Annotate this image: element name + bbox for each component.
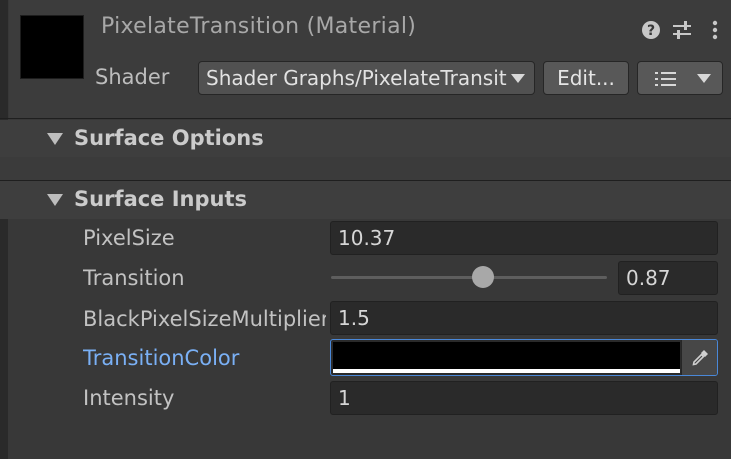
- surface-options-body: [0, 157, 731, 181]
- black-pixel-size-multiplier-field[interactable]: 1.5: [330, 301, 718, 335]
- left-gutter: [0, 0, 8, 459]
- transition-color-label: TransitionColor: [83, 346, 240, 370]
- shader-dropdown[interactable]: Shader Graphs/PixelateTransition: [198, 61, 535, 95]
- material-header: PixelateTransition (Material) ? Shader S…: [9, 0, 731, 118]
- shader-dropdown-value: Shader Graphs/PixelateTransition: [206, 66, 508, 90]
- color-swatch[interactable]: [333, 342, 680, 369]
- shader-label: Shader: [95, 65, 170, 89]
- foldout-triangle-icon: [47, 194, 63, 206]
- list-icon: [655, 71, 677, 91]
- chevron-down-icon: [697, 74, 711, 83]
- transition-slider-handle[interactable]: [471, 266, 494, 288]
- pixel-size-field[interactable]: 10.37: [330, 221, 718, 255]
- pixel-size-label: PixelSize: [83, 226, 175, 250]
- transition-color-field[interactable]: [330, 339, 718, 376]
- shader-options-button[interactable]: [637, 61, 723, 95]
- black-pixel-size-multiplier-label: BlackPixelSizeMultiplier: [83, 307, 326, 331]
- transition-value-field[interactable]: 0.87: [618, 261, 718, 295]
- help-icon[interactable]: ?: [640, 18, 662, 42]
- surface-options-label: Surface Options: [74, 126, 264, 150]
- intensity-field[interactable]: 1: [330, 381, 718, 415]
- kebab-menu-icon[interactable]: [704, 18, 726, 42]
- eyedropper-icon[interactable]: [681, 340, 717, 375]
- surface-inputs-foldout[interactable]: Surface Inputs: [0, 181, 731, 219]
- edit-shader-button[interactable]: Edit...: [543, 61, 629, 95]
- material-inspector: PixelateTransition (Material) ? Shader S…: [0, 0, 731, 459]
- surface-options-foldout[interactable]: Surface Options: [0, 120, 731, 158]
- svg-text:?: ?: [647, 23, 655, 39]
- intensity-label: Intensity: [83, 386, 175, 410]
- material-title: PixelateTransition (Material): [101, 14, 417, 39]
- dropdown-arrow-icon: [511, 74, 525, 83]
- header-divider: [0, 118, 731, 119]
- surface-inputs-label: Surface Inputs: [74, 187, 248, 211]
- preset-sliders-icon[interactable]: [671, 18, 693, 42]
- transition-slider-track[interactable]: [331, 276, 607, 279]
- material-preview-thumbnail: [20, 15, 84, 79]
- transition-label: Transition: [83, 266, 185, 290]
- color-alpha-bar: [333, 369, 680, 373]
- foldout-triangle-icon: [47, 133, 63, 145]
